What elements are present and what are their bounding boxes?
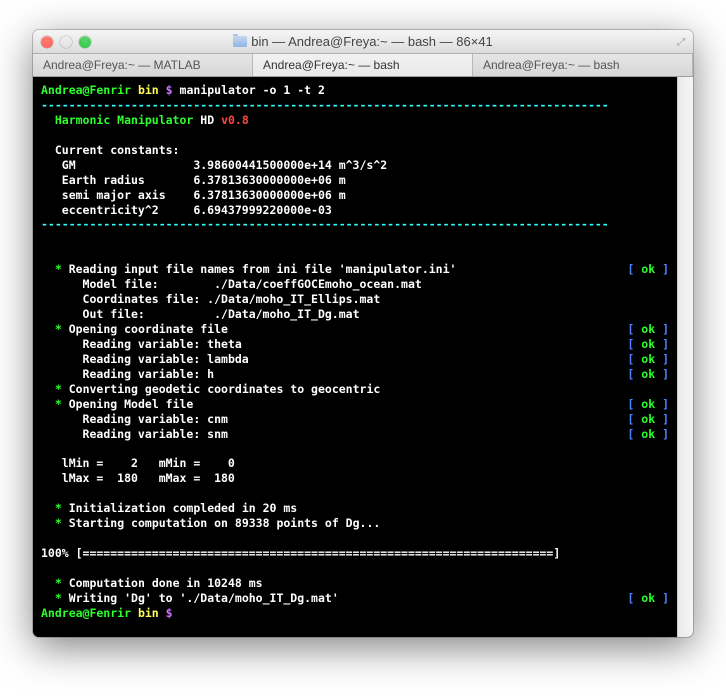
log-line: Starting computation on 89338 points of … [69,516,381,530]
close-button[interactable] [41,36,53,48]
divider: ----------------------------------------… [41,98,609,112]
log-line: Reading variable: lambda [83,352,249,366]
tab-bash-1[interactable]: Andrea@Freya:~ — bash [253,54,473,76]
tab-matlab[interactable]: Andrea@Freya:~ — MATLAB [33,54,253,76]
window-title: bin — Andrea@Freya:~ — bash — 86×41 [33,34,693,49]
prompt-command: manipulator -o 1 -t 2 [180,83,325,97]
constants-rows: GM 3.98600441500000e+14 m^3/s^2 Earth ra… [41,158,669,218]
minimize-button[interactable] [60,36,72,48]
log-line: Converting geodetic coordinates to geoce… [69,382,381,396]
folder-icon [233,36,247,47]
prompt-symbol: $ [166,83,173,97]
status-ok: [ ok ] [627,352,669,367]
log-line: Coordinates file: ./Data/moho_IT_Ellips.… [83,292,381,306]
log-line: Reading input file names from ini file '… [69,262,457,276]
divider-2: ----------------------------------------… [41,217,609,231]
log-line: Computation done in 10248 ms [69,576,263,590]
status-ok: [ ok ] [627,367,669,382]
prompt-symbol-2: $ [166,606,173,620]
scrollbar[interactable] [677,77,693,637]
prompt-userhost: Andrea@Fenrir [41,83,131,97]
tab-bash-2[interactable]: Andrea@Freya:~ — bash [473,54,693,76]
log-line: Reading variable: snm [83,427,228,441]
log-line: Reading variable: cnm [83,412,228,426]
status-ok: [ ok ] [627,427,669,442]
terminal-area: Andrea@Fenrir bin $ manipulator -o 1 -t … [33,77,693,637]
log-line: Out file: ./Data/moho_IT_Dg.mat [83,307,360,321]
tab-bar: Andrea@Freya:~ — MATLAB Andrea@Freya:~ —… [33,54,693,77]
log-line: Initialization compleded in 20 ms [69,501,297,515]
log-line: Writing 'Dg' to './Data/moho_IT_Dg.mat' [69,591,339,605]
app-name: Harmonic Manipulator [55,113,193,127]
log-line: Reading variable: h [83,367,215,381]
status-ok: [ ok ] [627,397,669,412]
app-name-2: HD [200,113,214,127]
zoom-button[interactable] [79,36,91,48]
log-line: Model file: ./Data/coeffGOCEmoho_ocean.m… [83,277,422,291]
titlebar[interactable]: bin — Andrea@Freya:~ — bash — 86×41 ⤢ [33,30,693,54]
traffic-lights [41,36,91,48]
prompt-cwd-2: bin [138,606,159,620]
prompt-cwd: bin [138,83,159,97]
status-ok: [ ok ] [627,412,669,427]
constants-label: Current constants: [55,143,180,157]
status-ok: [ ok ] [627,262,669,277]
expand-icon[interactable]: ⤢ [677,37,687,47]
status-ok: [ ok ] [627,322,669,337]
window-title-text: bin — Andrea@Freya:~ — bash — 86×41 [251,34,493,49]
prompt-userhost-2: Andrea@Fenrir [41,606,131,620]
terminal-window: bin — Andrea@Freya:~ — bash — 86×41 ⤢ An… [33,30,693,637]
log-ranges: lMin = 2 mMin = 0 lMax = 180 mMax = 180 [41,456,235,485]
progress-bar: 100% [==================================… [41,546,560,560]
log-line: Opening coordinate file [69,322,228,336]
terminal-output[interactable]: Andrea@Fenrir bin $ manipulator -o 1 -t … [33,77,677,637]
app-version: v0.8 [221,113,249,127]
status-ok: [ ok ] [627,591,669,606]
log-line: Reading variable: theta [83,337,242,351]
log-line: Opening Model file [69,397,194,411]
status-ok: [ ok ] [627,337,669,352]
